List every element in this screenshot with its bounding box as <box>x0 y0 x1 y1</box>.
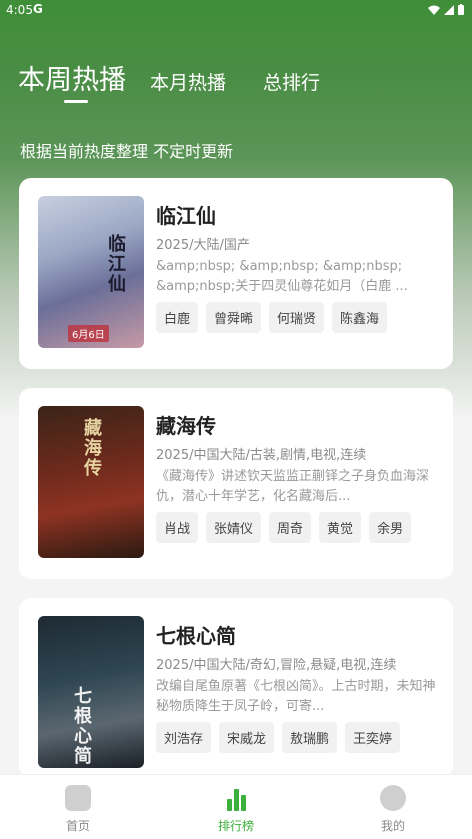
nav-ranking-label: 排行榜 <box>217 819 254 833</box>
status-time: 4:05 <box>6 3 33 17</box>
show-card[interactable]: 藏海传 藏海传 2025/中国大陆/古装,剧情,电视,连续 《藏海传》讲述钦天监… <box>19 388 453 579</box>
cast-tags: 白鹿 曾舜晞 何瑞贤 陈鑫海 <box>156 302 388 333</box>
cast-tag[interactable]: 白鹿 <box>156 302 199 333</box>
cast-tag[interactable]: 陈鑫海 <box>332 302 388 333</box>
cast-tag[interactable]: 余男 <box>369 512 412 543</box>
show-poster: 临江仙 6月6日 <box>38 196 144 348</box>
cast-tag[interactable]: 曾舜晞 <box>206 302 262 333</box>
poster-title: 藏海传 <box>81 418 102 478</box>
wifi-icon <box>428 5 440 15</box>
show-description: 改编自尾鱼原著《七根凶简》。上古时期，未知神秘物质降生于凤子岭，可寄... <box>156 679 436 714</box>
tab-overall[interactable]: 总排行 <box>263 68 320 95</box>
show-meta: 2025/中国大陆/古装,剧情,电视,连续 <box>156 448 367 463</box>
home-icon <box>65 785 91 811</box>
show-description: &amp;nbsp; &amp;nbsp; &amp;nbsp; &amp;nb… <box>156 259 408 294</box>
cast-tag[interactable]: 黄觉 <box>319 512 362 543</box>
show-poster: 藏海传 <box>38 406 144 558</box>
poster-title: 临江仙 <box>105 234 126 294</box>
cast-tag[interactable]: 肖战 <box>156 512 199 543</box>
cast-tag[interactable]: 何瑞贤 <box>269 302 325 333</box>
show-description: 《藏海传》讲述钦天监监正蒯铎之子身负血海深仇，潜心十年学艺，化名藏海后... <box>156 469 430 504</box>
bar-chart-icon <box>223 785 249 811</box>
poster-title: 七根心简 <box>71 686 92 766</box>
cast-tag[interactable]: 宋威龙 <box>219 722 275 753</box>
status-icons <box>428 4 464 15</box>
show-card[interactable]: 临江仙 6月6日 临江仙 2025/大陆/国产 &amp;nbsp; &amp;… <box>19 178 453 369</box>
tab-weekly[interactable]: 本周热播 <box>18 58 126 97</box>
show-title: 七根心简 <box>156 624 236 648</box>
active-tab-indicator <box>64 100 88 103</box>
battery-icon <box>458 4 464 15</box>
show-meta: 2025/大陆/国产 <box>156 238 250 253</box>
show-card[interactable]: 七根心简 七根心简 2025/中国大陆/奇幻,冒险,悬疑,电视,连续 改编自尾鱼… <box>19 598 453 778</box>
poster-date: 6月6日 <box>68 325 109 342</box>
cast-tag[interactable]: 周奇 <box>269 512 312 543</box>
nav-home[interactable]: 首页 <box>38 785 118 834</box>
cast-tag[interactable]: 刘浩存 <box>156 722 212 753</box>
cast-tag[interactable]: 张婧仪 <box>206 512 262 543</box>
status-bar: 4:05 G <box>0 0 472 22</box>
ranking-subtitle: 根据当前热度整理 不定时更新 <box>20 142 234 161</box>
show-title: 临江仙 <box>156 204 216 228</box>
nav-profile[interactable]: 我的 <box>353 785 433 834</box>
profile-icon <box>380 785 406 811</box>
nav-ranking[interactable]: 排行榜 <box>196 785 276 834</box>
bottom-navigation: 首页 排行榜 我的 <box>0 774 472 839</box>
cast-tags: 刘浩存 宋威龙 敖瑞鹏 王奕婷 <box>156 722 401 753</box>
nav-profile-label: 我的 <box>380 819 405 833</box>
cast-tag[interactable]: 敖瑞鹏 <box>282 722 338 753</box>
signal-icon <box>444 4 454 15</box>
show-title: 藏海传 <box>156 414 216 438</box>
google-icon: G <box>33 2 43 16</box>
nav-home-label: 首页 <box>65 819 90 833</box>
cast-tag[interactable]: 王奕婷 <box>345 722 401 753</box>
show-meta: 2025/中国大陆/奇幻,冒险,悬疑,电视,连续 <box>156 658 397 673</box>
tab-monthly[interactable]: 本月热播 <box>150 68 226 95</box>
cast-tags: 肖战 张婧仪 周奇 黄觉 余男 <box>156 512 412 543</box>
show-poster: 七根心简 <box>38 616 144 768</box>
